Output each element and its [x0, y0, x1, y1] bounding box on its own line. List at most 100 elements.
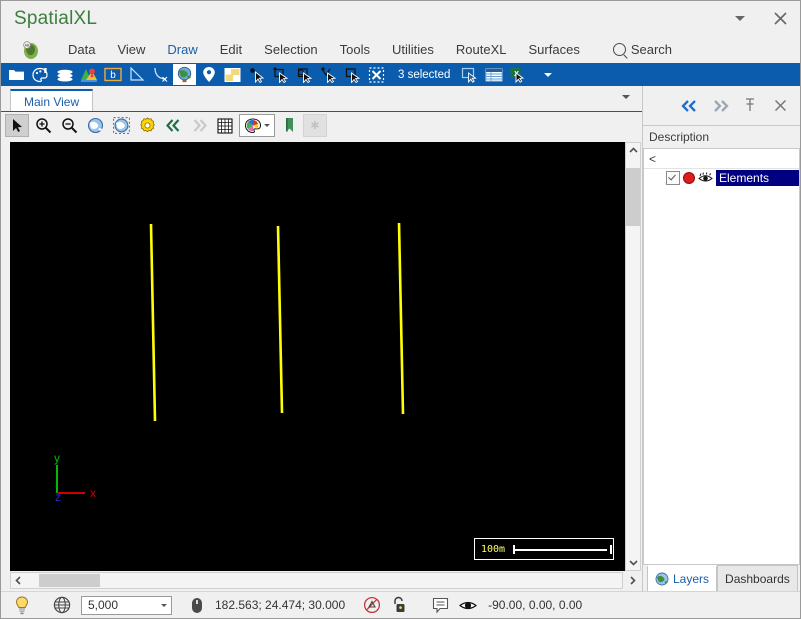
settings-gear-tool[interactable] — [135, 114, 159, 137]
copy-selection-icon[interactable] — [458, 64, 481, 85]
select-zoom-icon[interactable] — [293, 64, 316, 85]
scale-combo[interactable]: 5,000 — [81, 595, 172, 615]
scroll-down-button[interactable] — [626, 555, 640, 570]
snap-target-icon[interactable] — [359, 593, 385, 617]
viewport-geometry — [149, 222, 405, 422]
scroll-right-button[interactable] — [623, 572, 641, 589]
tab-layers[interactable]: Layers — [647, 565, 718, 591]
tab-dashboards[interactable]: Dashboards — [717, 565, 798, 591]
ribbon-overflow-caret[interactable] — [536, 64, 559, 85]
menu-item-edit[interactable]: Edit — [209, 39, 253, 60]
table-view-icon[interactable] — [482, 64, 505, 85]
horizontal-scroll-thumb[interactable] — [39, 574, 100, 587]
menu-item-data[interactable]: Data — [57, 39, 106, 60]
scroll-up-button[interactable] — [626, 143, 640, 158]
select-rectangle-add-icon[interactable] — [269, 64, 292, 85]
search-label: Search — [630, 42, 673, 57]
select-rectangle-icon[interactable] — [341, 64, 364, 85]
layer-visibility-checkbox[interactable] — [666, 171, 680, 185]
menu-item-utilities[interactable]: Utilities — [381, 39, 445, 60]
scale-value: 5,000 — [88, 598, 119, 612]
zoom-in-tool[interactable] — [31, 114, 55, 137]
close-icon — [773, 12, 787, 25]
measure-angle-icon[interactable] — [125, 64, 148, 85]
bookmark-tool[interactable] — [277, 114, 301, 137]
scroll-left-button[interactable] — [11, 573, 26, 588]
export-excel-icon[interactable]: X — [506, 64, 529, 85]
eye-icon[interactable] — [455, 593, 481, 617]
body-split: Main View ✱ y x z 100m Description < Ele… — [1, 86, 800, 591]
tab-main-view[interactable]: Main View — [10, 89, 94, 111]
chevron-down-icon — [264, 124, 270, 127]
menu-item-view[interactable]: View — [106, 39, 156, 60]
select-lasso-icon[interactable] — [317, 64, 340, 85]
canvas-horizontal-scrollbar[interactable] — [10, 572, 623, 589]
palette-icon[interactable] — [29, 64, 52, 85]
clear-selection-icon[interactable] — [365, 64, 388, 85]
layer-row-elements[interactable]: Elements — [644, 169, 799, 187]
menu-item-surfaces[interactable]: Surfaces — [518, 39, 591, 60]
place-pin-icon[interactable] — [197, 64, 220, 85]
zoom-out-tool[interactable] — [57, 114, 81, 137]
yellow-line-3[interactable] — [397, 222, 405, 415]
coordinates-readout: 182.563; 24.474; 30.000 — [215, 598, 346, 612]
viewport-3d[interactable]: y x z 100m — [10, 142, 625, 571]
next-view-tool[interactable] — [187, 114, 211, 137]
select-point-icon[interactable] — [245, 64, 268, 85]
selection-count-label: 3 selected — [398, 68, 451, 81]
message-icon[interactable] — [425, 593, 455, 617]
menu-item-tools[interactable]: Tools — [329, 39, 381, 60]
layer-name-label[interactable]: Elements — [716, 170, 799, 186]
globe-app-icon[interactable]: AB — [21, 40, 41, 60]
canvas-area: y x z 100m — [1, 139, 642, 591]
menu-item-selection[interactable]: Selection — [253, 39, 328, 60]
delete-curve-icon[interactable] — [149, 64, 172, 85]
close-panel-button[interactable] — [766, 93, 794, 119]
expand-all-button[interactable] — [706, 93, 734, 119]
chevron-down-icon — [735, 16, 745, 21]
lightbulb-icon[interactable] — [9, 593, 35, 617]
close-button[interactable] — [760, 2, 800, 36]
pin-panel-button[interactable] — [736, 93, 764, 119]
layers-stack-icon[interactable] — [53, 64, 76, 85]
svg-text:b: b — [110, 70, 116, 81]
layer-color-swatch[interactable] — [683, 172, 695, 184]
canvas-vertical-scrollbar[interactable] — [625, 142, 641, 571]
close-icon — [774, 99, 786, 112]
menu-item-routexl[interactable]: RouteXL — [445, 39, 518, 60]
pin-icon — [746, 98, 754, 111]
vertical-scroll-thumb[interactable] — [626, 168, 640, 226]
tab-overflow-caret[interactable] — [622, 95, 630, 99]
wireframe-globe-icon[interactable] — [49, 593, 75, 617]
layers-panel-tabs: Layers Dashboards — [643, 565, 800, 591]
yellow-line-1[interactable] — [149, 223, 157, 422]
axis-orientation-gizmo: y x z — [47, 451, 107, 504]
globe-icon — [655, 572, 669, 586]
globe-zoom-selection-tool[interactable] — [109, 114, 133, 137]
previous-view-tool[interactable] — [161, 114, 185, 137]
layers-list[interactable]: < Elements — [643, 149, 800, 565]
tab-dashboards-label: Dashboards — [725, 571, 790, 586]
globe-zoom-extent-tool[interactable] — [83, 114, 107, 137]
collapse-all-button[interactable] — [676, 93, 704, 119]
layers-collapse-row[interactable]: < — [644, 149, 799, 169]
boundary-icon[interactable]: b — [101, 64, 124, 85]
chevron-down-icon — [161, 603, 167, 607]
pointer-tool[interactable] — [5, 114, 29, 137]
unlock-icon[interactable] — [385, 593, 411, 617]
layers-column-header: Description — [643, 126, 800, 149]
vertical-scroll-track[interactable] — [626, 158, 640, 555]
main-toolbar: b 3 selected — [1, 63, 800, 86]
color-palette-tool[interactable] — [239, 114, 275, 137]
grid-tool[interactable] — [213, 114, 237, 137]
search-box[interactable]: Search — [612, 42, 673, 57]
yellow-line-2[interactable] — [276, 225, 284, 414]
menu-item-draw[interactable]: Draw — [156, 39, 208, 60]
star-tool[interactable]: ✱ — [303, 114, 327, 137]
map-marker-icon[interactable] — [77, 64, 100, 85]
note-icon[interactable] — [221, 64, 244, 85]
globe-icon[interactable] — [173, 64, 196, 85]
titlebar-dropdown-button[interactable] — [720, 2, 760, 36]
eye-icon[interactable] — [698, 172, 713, 184]
open-folder-icon[interactable] — [5, 64, 28, 85]
